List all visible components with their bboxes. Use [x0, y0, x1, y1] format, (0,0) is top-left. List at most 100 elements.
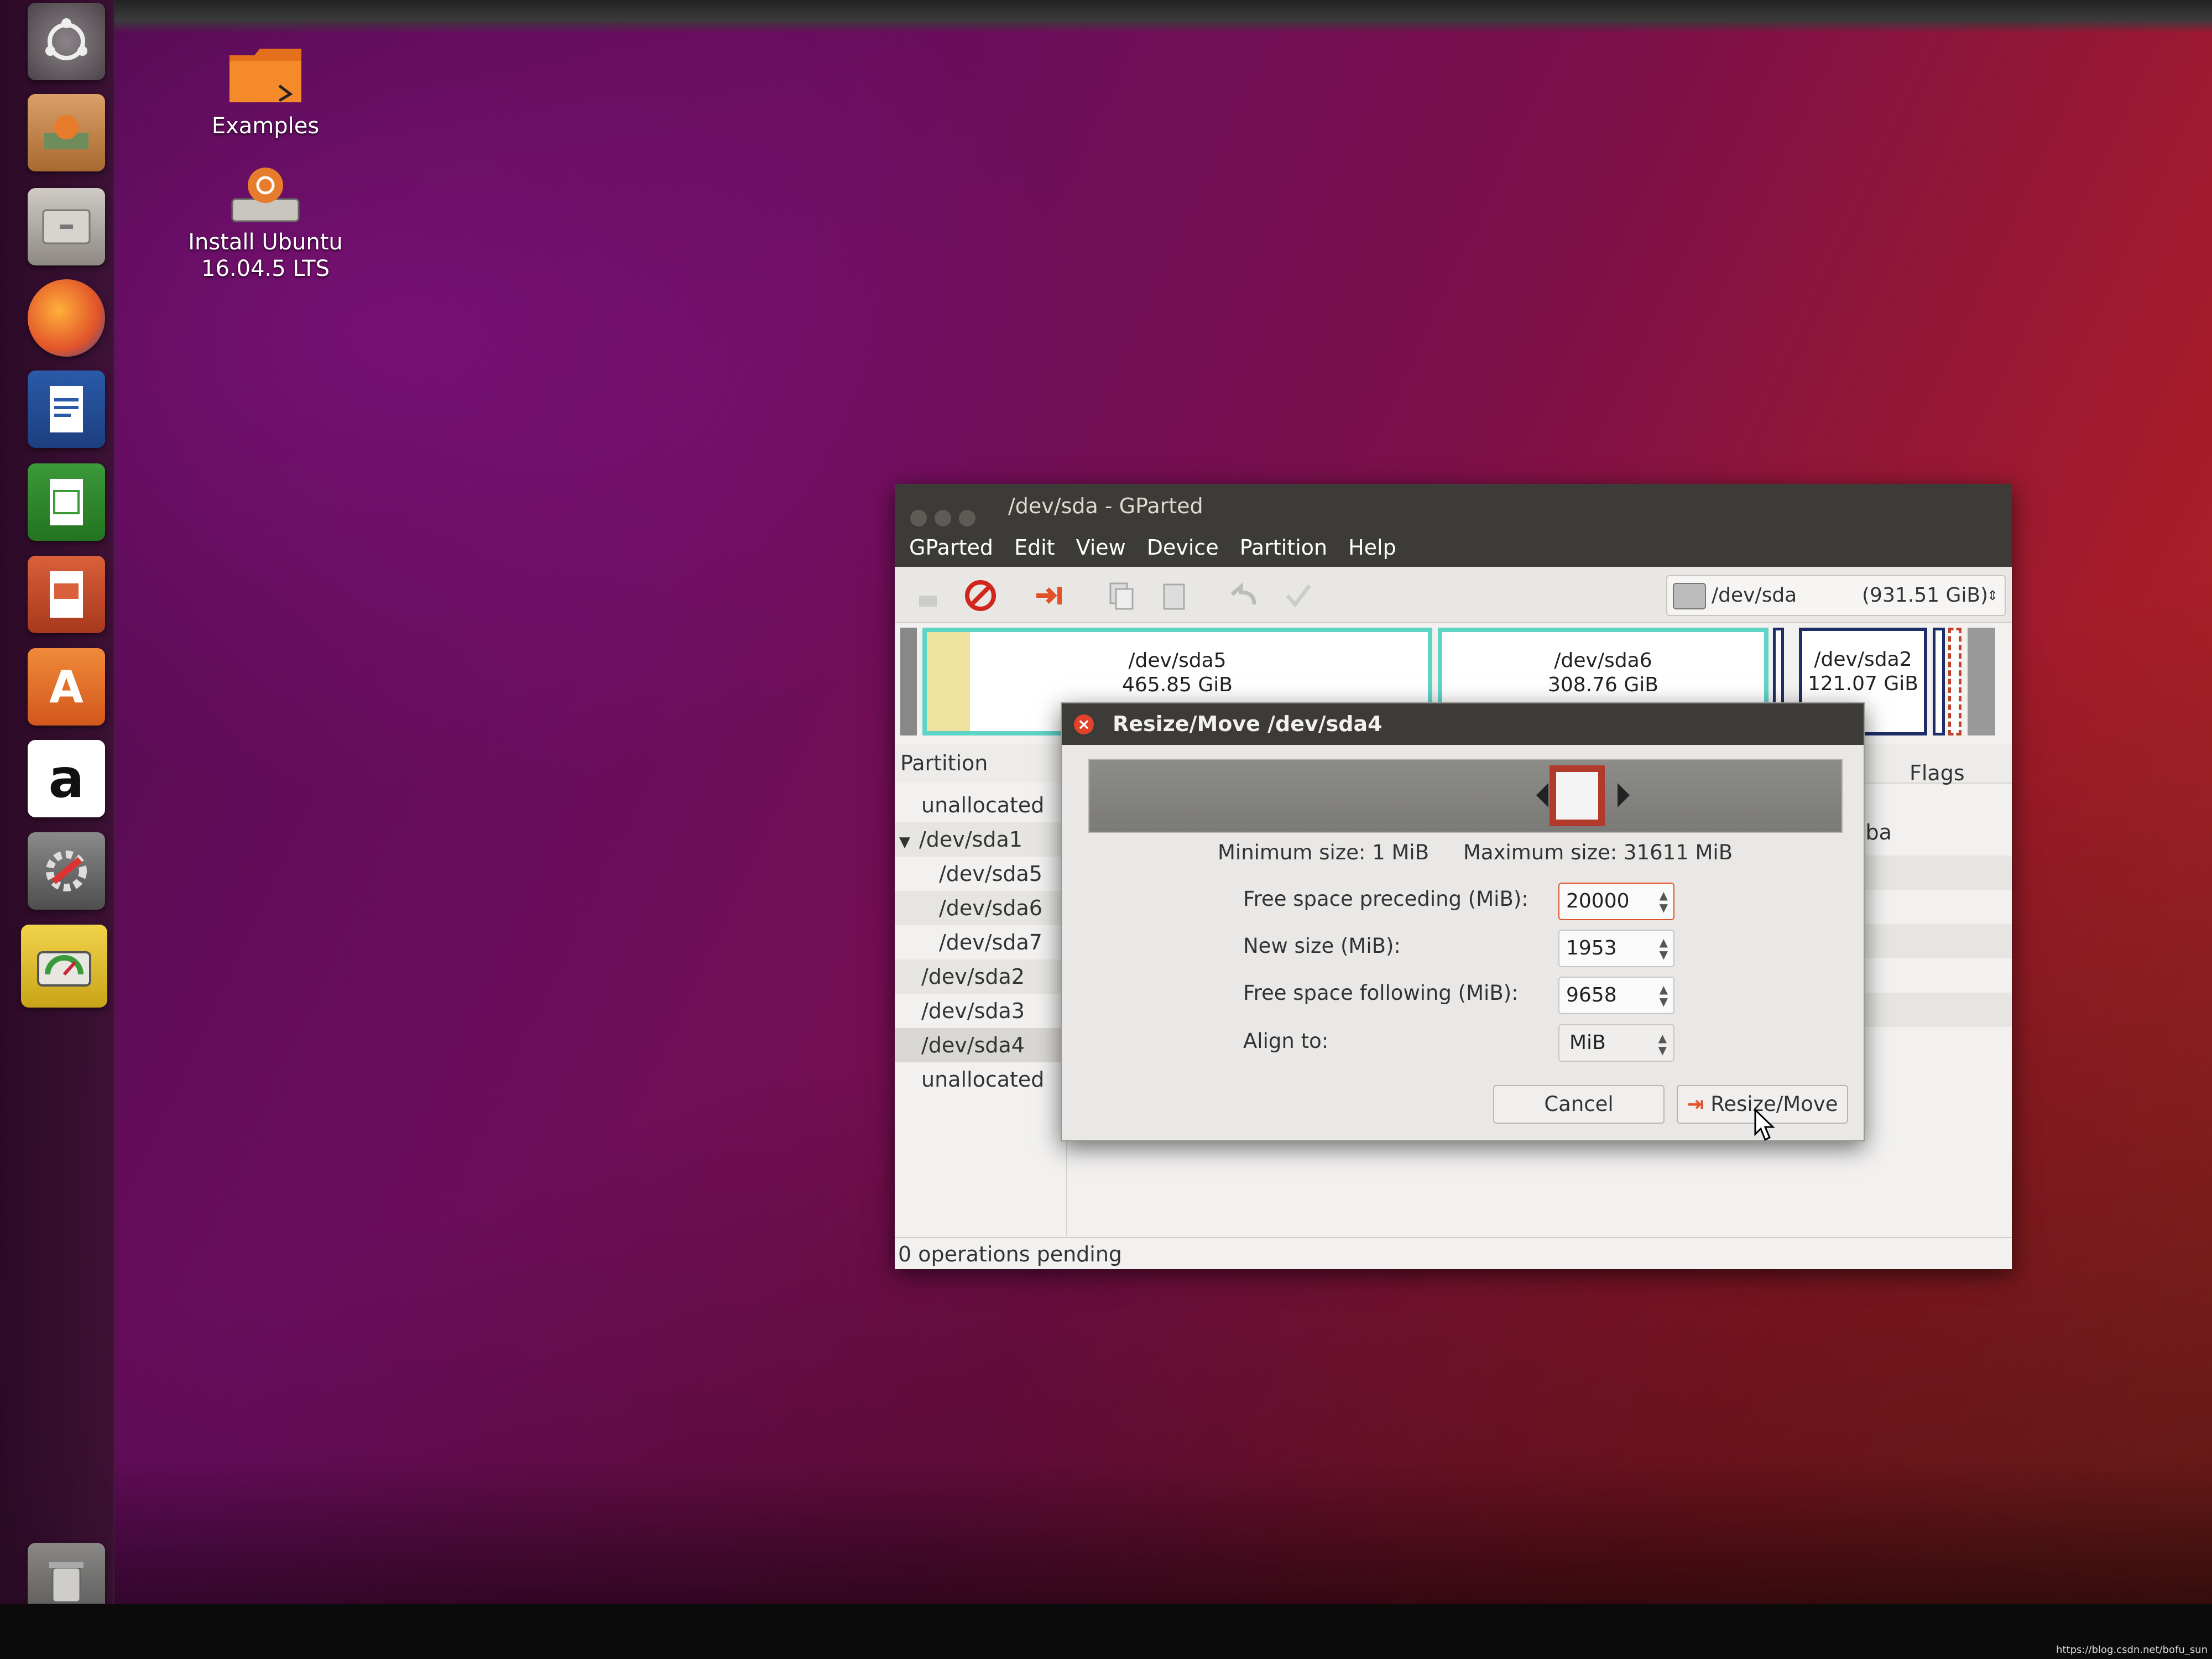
spin-arrows-icon[interactable]: ▲ ▼ [1660, 936, 1668, 961]
gparted-icon[interactable] [21, 925, 107, 1008]
watermark-text: https://blog.csdn.net/bofu_sun [2056, 1644, 2208, 1656]
copy-icon[interactable] [1105, 579, 1138, 612]
examples-desktop-icon[interactable]: Examples [182, 39, 348, 139]
align-to-label: Align to: [1243, 1029, 1329, 1053]
new-size-label: New size (MiB): [1243, 934, 1401, 958]
toolbar: /dev/sda (931.51 GiB) ⇕ [895, 567, 2012, 623]
new-partition-icon[interactable] [911, 579, 945, 612]
partition-row[interactable]: ▼/dev/sda1 [895, 822, 1066, 857]
resize-move-icon[interactable] [1033, 579, 1066, 612]
partition-row[interactable]: unallocated [895, 788, 1066, 822]
sda6-size: 308.76 GiB [1547, 674, 1658, 696]
resize-move-dialog: × Resize/Move /dev/sda4 Minimum size: 1 … [1061, 702, 1865, 1141]
spin-arrows-icon[interactable]: ▲ ▼ [1660, 889, 1668, 914]
menu-help[interactable]: Help [1348, 535, 1396, 560]
menu-view[interactable]: View [1076, 535, 1126, 560]
flags-column-header[interactable]: Flags [1910, 754, 1965, 792]
calc-icon[interactable] [28, 463, 105, 541]
folder-icon [229, 49, 301, 102]
files-icon[interactable] [28, 188, 105, 265]
expander-triangle-icon[interactable]: ▼ [899, 834, 910, 851]
partition-list: unallocated ▼/dev/sda1 /dev/sda5 /dev/sd… [895, 782, 1067, 1236]
sda5-name: /dev/sda5 [1128, 649, 1227, 672]
maximize-window-icon[interactable] [959, 510, 975, 526]
partition-row-selected[interactable]: /dev/sda4 [895, 1028, 1066, 1062]
device-name: /dev/sda [1712, 584, 1797, 607]
writer-icon[interactable] [28, 371, 105, 448]
sda6-name: /dev/sda6 [1554, 649, 1652, 672]
maximum-size-label: Maximum size: 31611 MiB [1463, 841, 1733, 864]
chevron-updown-icon: ⇕ [1987, 588, 1999, 603]
close-window-icon[interactable] [910, 510, 927, 526]
partition-segment-sda4[interactable] [1948, 628, 1961, 735]
resize-handle-right[interactable] [1618, 783, 1630, 807]
table-row-stripe [1857, 855, 2012, 890]
monitor-bezel-top [111, 0, 2212, 33]
table-row-stripe [1857, 924, 2012, 958]
device-size: (931.51 GiB) [1862, 584, 1989, 607]
mouse-cursor-icon [1754, 1109, 1775, 1141]
install-ubuntu-desktop-icon[interactable]: Install Ubuntu 16.04.5 LTS [182, 160, 348, 282]
table-row-stripe [1857, 993, 2012, 1027]
harddisk-icon [1673, 583, 1706, 609]
menu-edit[interactable]: Edit [1014, 535, 1055, 560]
spin-arrows-icon[interactable]: ▲ ▼ [1660, 983, 1668, 1008]
partition-row[interactable]: /dev/sda5 [895, 857, 1066, 891]
partition-segment-start[interactable] [900, 628, 917, 735]
install-ubuntu-label-line1: Install Ubuntu [188, 229, 343, 255]
partition-row[interactable]: /dev/sda6 [895, 891, 1066, 925]
partition-segment-unallocated[interactable] [1968, 628, 1995, 735]
free-space-preceding-input[interactable]: 20000 ▲ ▼ [1558, 883, 1674, 920]
window-title: /dev/sda - GParted [1008, 494, 1203, 518]
partition-row[interactable]: /dev/sda7 [895, 925, 1066, 959]
dialog-titlebar: × Resize/Move /dev/sda4 [1062, 703, 1864, 745]
new-size-input[interactable]: 1953 ▲ ▼ [1558, 930, 1674, 967]
partition-row[interactable]: /dev/sda3 [895, 994, 1066, 1028]
settings-icon[interactable] [28, 832, 105, 910]
close-icon[interactable]: × [1074, 714, 1094, 734]
device-selector[interactable]: /dev/sda (931.51 GiB) ⇕ [1666, 575, 2006, 616]
free-space-following-label: Free space following (MiB): [1243, 981, 1519, 1005]
minimum-size-label: Minimum size: 1 MiB [1218, 841, 1430, 864]
free-space-following-input[interactable]: 9658 ▲ ▼ [1558, 977, 1674, 1014]
sda5-used [927, 632, 970, 731]
free-space-preceding-label: Free space preceding (MiB): [1243, 887, 1528, 911]
window-titlebar: /dev/sda - GParted [895, 484, 2012, 528]
partition-row[interactable]: unallocated [895, 1062, 1066, 1097]
partition-column-header[interactable]: Partition [900, 744, 988, 782]
sda5-size: 465.85 GiB [1121, 674, 1233, 696]
firefox-icon[interactable] [28, 279, 105, 357]
status-bar: 0 operations pending [895, 1237, 2012, 1270]
software-center-icon[interactable]: A [28, 648, 105, 726]
install-ubuntu-icon[interactable] [28, 94, 105, 171]
dash-home-icon[interactable] [28, 3, 105, 80]
installer-icon [231, 168, 300, 222]
operations-pending: 0 operations pending [898, 1242, 1123, 1266]
apply-icon[interactable] [1282, 579, 1315, 612]
menu-partition[interactable]: Partition [1240, 535, 1327, 560]
examples-label: Examples [211, 113, 320, 139]
menu-bar: GParted Edit View Device Partition Help [895, 528, 2012, 567]
resize-move-icon: ⇥ [1687, 1092, 1704, 1116]
paste-icon[interactable] [1157, 579, 1191, 612]
monitor-bezel-bottom [0, 1604, 2212, 1659]
partition-block[interactable] [1550, 765, 1605, 826]
undo-icon[interactable] [1227, 579, 1260, 612]
minimize-window-icon[interactable] [935, 510, 951, 526]
impress-icon[interactable] [28, 556, 105, 633]
delete-partition-icon[interactable] [964, 579, 997, 612]
unity-launcher: A a [0, 0, 114, 1620]
resize-handle-left[interactable] [1536, 783, 1548, 807]
menu-gparted[interactable]: GParted [909, 535, 993, 560]
sda2-name: /dev/sda2 [1814, 648, 1912, 671]
resize-graphic[interactable] [1088, 759, 1843, 833]
sda2-size: 121.07 GiB [1807, 672, 1918, 695]
dialog-title: Resize/Move /dev/sda4 [1113, 712, 1383, 736]
cancel-button[interactable]: Cancel [1493, 1085, 1665, 1124]
menu-device[interactable]: Device [1147, 535, 1219, 560]
partition-row[interactable]: /dev/sda2 [895, 959, 1066, 994]
partition-segment-sda3[interactable] [1933, 628, 1945, 735]
align-to-select[interactable]: MiB ▲ ▼ [1558, 1024, 1674, 1062]
amazon-icon[interactable]: a [28, 740, 105, 817]
install-ubuntu-label-line2: 16.04.5 LTS [201, 256, 330, 281]
